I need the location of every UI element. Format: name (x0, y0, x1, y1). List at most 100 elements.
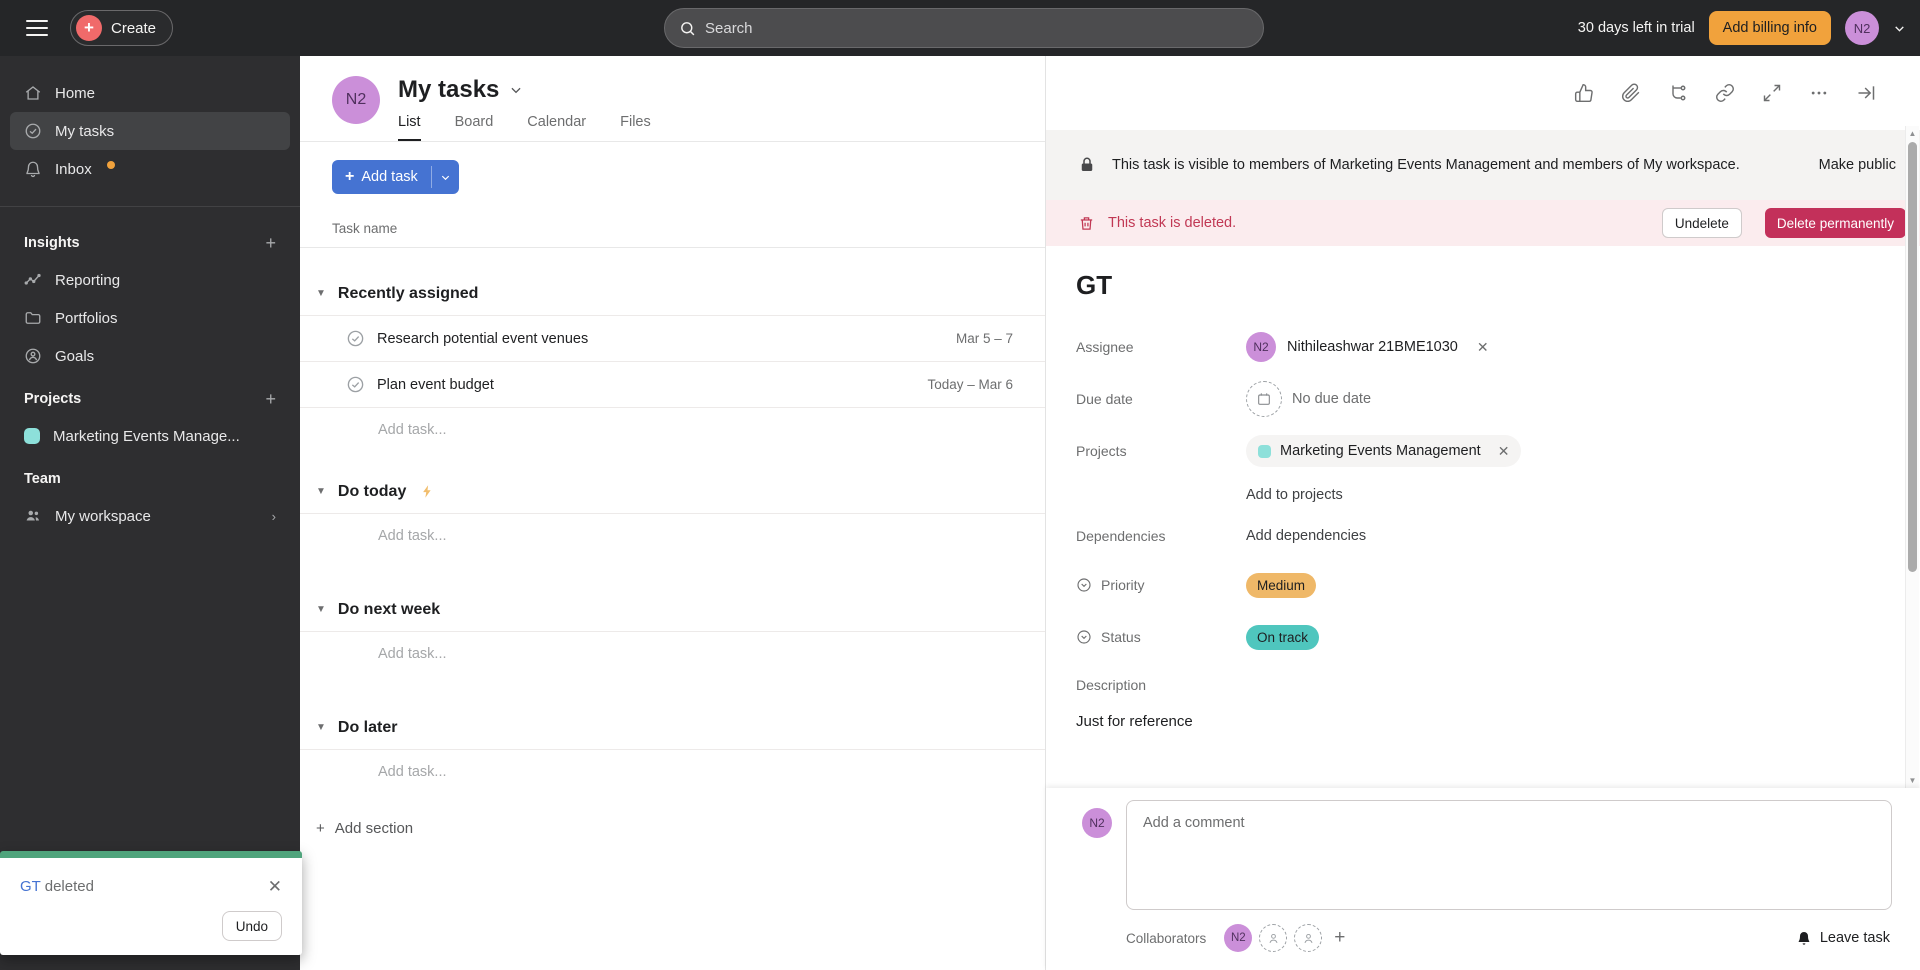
tab-calendar[interactable]: Calendar (527, 114, 586, 141)
add-billing-info-button[interactable]: Add billing info (1709, 11, 1831, 45)
task-check-icon[interactable] (346, 375, 365, 394)
toast-task-link[interactable]: GT (20, 878, 41, 895)
detail-scrollbar[interactable]: ▲ ▼ (1905, 126, 1919, 788)
add-task-inline[interactable]: Add task... (300, 750, 1045, 794)
section-title: Do today (338, 483, 406, 501)
due-date-value[interactable]: No due date (1292, 391, 1371, 407)
add-collaborator-button[interactable]: + (1334, 927, 1345, 949)
add-to-projects-button[interactable]: Add to projects (1246, 487, 1343, 503)
tab-board[interactable]: Board (455, 114, 494, 141)
collapse-triangle-icon[interactable]: ▼ (316, 486, 326, 497)
my-tasks-pane: N2 My tasks List Board Calendar Files (300, 56, 1046, 970)
sidebar-item-project[interactable]: Marketing Events Manage... (10, 417, 290, 455)
add-collaborator-placeholder[interactable] (1294, 924, 1322, 952)
toast-message: GT deleted (20, 878, 94, 895)
description-text[interactable]: Just for reference (1076, 707, 1880, 747)
visibility-text: This task is visible to members of Marke… (1112, 154, 1740, 176)
sidebar-item-label: My workspace (55, 508, 151, 525)
add-task-button[interactable]: + Add task (332, 160, 459, 194)
page-title-row[interactable]: My tasks (398, 76, 651, 104)
project-pill[interactable]: Marketing Events Management ✕ (1246, 435, 1521, 467)
close-icon[interactable]: ✕ (268, 878, 282, 895)
comment-input[interactable] (1126, 800, 1892, 910)
tab-files[interactable]: Files (620, 114, 651, 141)
add-task-inline[interactable]: Add task... (300, 408, 1045, 452)
chevron-down-icon[interactable] (509, 83, 523, 97)
remove-project-icon[interactable]: ✕ (1498, 443, 1510, 460)
sidebar-item-goals[interactable]: Goals (10, 337, 290, 375)
field-due-date: Due date No due date (1076, 373, 1880, 425)
create-button[interactable]: + Create (70, 10, 173, 46)
collapse-triangle-icon[interactable]: ▼ (316, 604, 326, 615)
hamburger-menu-icon[interactable] (26, 20, 48, 36)
attach-icon[interactable] (1621, 83, 1641, 103)
sidebar-item-inbox[interactable]: Inbox (10, 150, 290, 188)
section-header-do-next-week[interactable]: ▼ Do next week (300, 588, 1045, 632)
delete-permanently-button[interactable]: Delete permanently (1765, 208, 1906, 238)
collapse-triangle-icon[interactable]: ▼ (316, 288, 326, 299)
field-projects: Projects Marketing Events Management ✕ (1076, 425, 1880, 477)
add-task-dropdown[interactable] (432, 160, 459, 194)
task-row[interactable]: Plan event budget Today – Mar 6 (300, 362, 1045, 408)
more-options-icon[interactable] (1809, 83, 1829, 103)
collaborator-avatar[interactable]: N2 (1224, 924, 1252, 952)
field-assignee: Assignee N2 Nithileashwar 21BME1030 ✕ (1076, 321, 1880, 373)
like-icon[interactable] (1574, 83, 1594, 103)
add-section-button[interactable]: + Add section (300, 808, 1045, 848)
add-collaborator-placeholder[interactable] (1259, 924, 1287, 952)
close-panel-icon[interactable] (1856, 83, 1876, 103)
bell-icon (1796, 930, 1812, 946)
make-public-button[interactable]: Make public (1819, 157, 1896, 173)
leave-task-button[interactable]: Leave task (1796, 930, 1890, 946)
search-bar[interactable] (664, 8, 1264, 48)
sidebar-item-portfolios[interactable]: Portfolios (10, 299, 290, 337)
fullscreen-icon[interactable] (1762, 83, 1782, 103)
copy-link-icon[interactable] (1715, 83, 1735, 103)
section-header-do-today[interactable]: ▼ Do today (300, 470, 1045, 514)
user-avatar[interactable]: N2 (1845, 11, 1879, 45)
subtasks-icon[interactable] (1668, 83, 1688, 103)
tab-list[interactable]: List (398, 114, 421, 141)
task-check-icon[interactable] (346, 329, 365, 348)
scroll-down-arrow[interactable]: ▼ (1906, 776, 1919, 785)
scrollbar-thumb[interactable] (1908, 142, 1917, 572)
deleted-banner: This task is deleted. Undelete Delete pe… (1046, 200, 1920, 246)
topbar: + Create 30 days left in trial Add billi… (0, 0, 1920, 56)
scroll-up-arrow[interactable]: ▲ (1906, 129, 1919, 138)
chevron-down-icon[interactable] (1893, 22, 1906, 35)
add-project-icon[interactable]: + (265, 389, 276, 410)
plus-icon: + (316, 820, 325, 837)
undo-button[interactable]: Undo (222, 911, 282, 941)
add-task-inline[interactable]: Add task... (300, 632, 1045, 676)
sidebar-item-home[interactable]: Home (10, 74, 290, 112)
status-badge[interactable]: On track (1246, 625, 1319, 650)
list-toolbar: + Add task (300, 142, 1045, 210)
add-insight-icon[interactable]: + (265, 233, 276, 254)
task-name: Research potential event venues (377, 331, 588, 347)
sidebar-item-reporting[interactable]: Reporting (10, 261, 290, 299)
collapse-triangle-icon[interactable]: ▼ (316, 722, 326, 733)
search-input[interactable] (705, 20, 1249, 37)
task-title[interactable]: GT (1076, 270, 1880, 301)
lock-icon (1078, 156, 1096, 174)
add-dependencies-button[interactable]: Add dependencies (1246, 528, 1366, 544)
column-header-label: Task name (332, 221, 397, 236)
add-task-inline[interactable]: Add task... (300, 514, 1045, 558)
assignee-chip[interactable]: N2 Nithileashwar 21BME1030 ✕ (1246, 332, 1489, 362)
bell-icon (24, 160, 42, 178)
sidebar-item-workspace[interactable]: My workspace › (10, 497, 290, 535)
chevron-right-icon[interactable]: › (272, 509, 276, 524)
page-title: My tasks (398, 76, 499, 104)
undelete-button[interactable]: Undelete (1662, 208, 1742, 238)
deleted-text: This task is deleted. (1108, 215, 1236, 231)
main-header: N2 My tasks List Board Calendar Files (300, 56, 1045, 142)
section-header-recently-assigned[interactable]: ▼ Recently assigned (300, 272, 1045, 316)
section-header-do-later[interactable]: ▼ Do later (300, 706, 1045, 750)
calendar-icon[interactable] (1246, 381, 1282, 417)
section-title: Recently assigned (338, 285, 479, 303)
priority-badge[interactable]: Medium (1246, 573, 1316, 598)
remove-assignee-icon[interactable]: ✕ (1477, 339, 1489, 356)
sidebar-item-my-tasks[interactable]: My tasks (10, 112, 290, 150)
task-row[interactable]: Research potential event venues Mar 5 – … (300, 316, 1045, 362)
sidebar-section-team: Team (10, 461, 290, 497)
